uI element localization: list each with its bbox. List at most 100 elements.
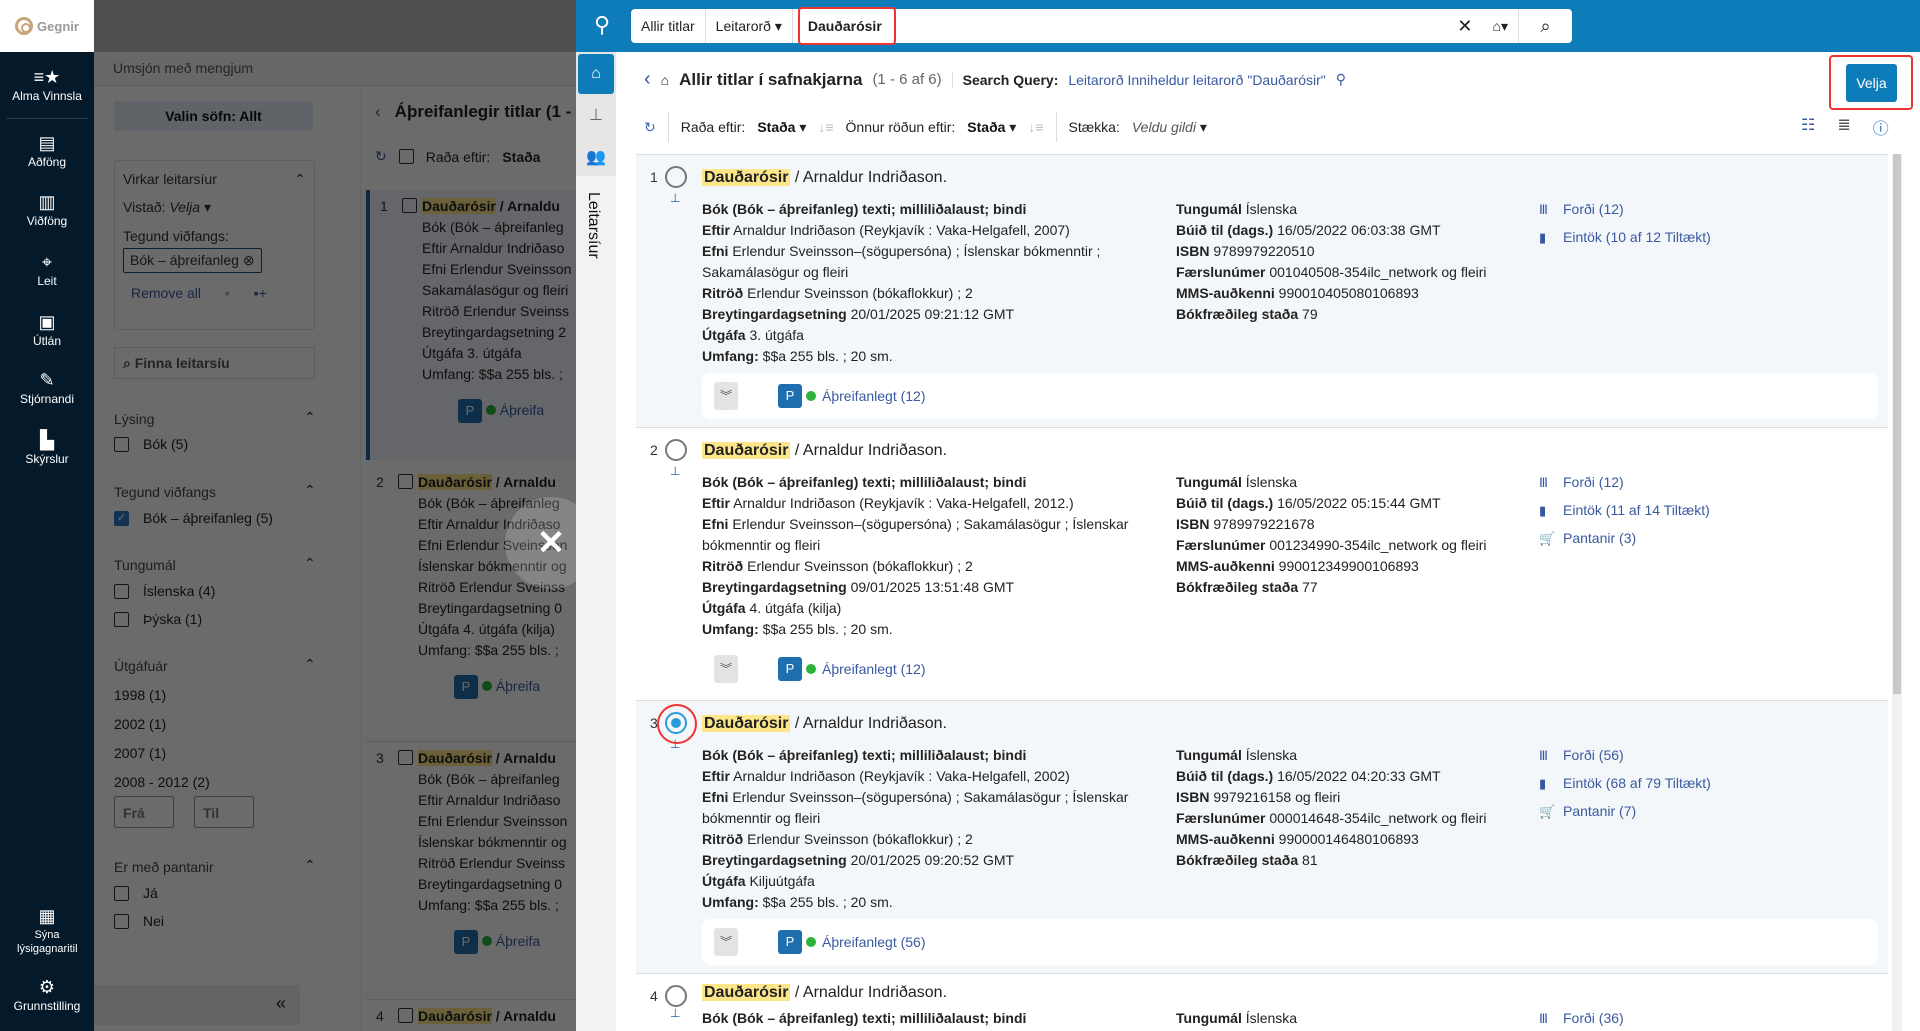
item-title[interactable]: Dauðarósir [418,474,492,490]
expand-select[interactable]: Veldu gildi ▾ [1132,119,1207,136]
nav-stjornandi[interactable]: ✎ Stjórnandi [0,370,94,406]
save-as-icon[interactable]: ▪+ [254,285,267,301]
item-title[interactable]: Dauðarósir [422,198,496,214]
year-option[interactable]: 2007 (1) [114,745,166,761]
background-result-item[interactable]: 3 Dauðarósir / Arnaldu Bók (Bók – áþreif… [366,741,576,996]
select-button[interactable]: Velja [1846,64,1897,102]
year-to-input[interactable]: Til [194,796,254,828]
availability-link[interactable]: Áþreifanlegt (12) [822,388,926,404]
sort-direction-icon[interactable]: ↓≡ [818,119,833,135]
secondary-sort-select[interactable]: Staða ▾ [967,119,1016,136]
sort-select[interactable]: Staða [502,149,540,165]
filter-chip[interactable]: Bók – áþreifanleg ⊗ [123,248,262,273]
filters-tab[interactable]: Leitarsíur [584,192,602,259]
nav-alma-vinnsla[interactable]: ≡★ Alma Vinnsla [0,67,94,103]
availability-link[interactable]: Áþreifa [496,678,540,694]
background-result-item[interactable]: 4 Dauðarósir / Arnaldu [366,999,576,1029]
sort-select[interactable]: Staða ▾ [757,119,806,136]
facet-option[interactable]: Nei [114,913,164,929]
background-page[interactable]: Umsjón með mengjum Valin söfn: Allt Virk… [94,0,576,1031]
chevron-up-icon[interactable]: ⌃ [304,482,316,499]
hierarchy-icon[interactable]: ⊥ [670,1006,680,1020]
sort-direction-icon[interactable]: ↓≡ [1028,119,1043,135]
year-option[interactable]: 2002 (1) [114,716,166,732]
background-result-item[interactable]: 1 Dauðarósir / Arnaldu Bók (Bók – áþreif… [366,190,576,460]
facet-option[interactable]: ✓ Bók – áþreifanleg (5) [114,510,273,526]
chevron-up-icon[interactable]: ⌃ [304,656,316,673]
facet-option[interactable]: Bók (5) [114,436,188,452]
expand-chevron-icon[interactable]: ︾ [714,655,738,683]
back-icon[interactable]: ‹ [375,102,381,121]
checkbox[interactable] [114,611,129,627]
item-title[interactable]: Dauðarósir [418,750,492,766]
availability-link[interactable]: Áþreifa [500,402,544,418]
availability-link[interactable]: Áþreifanlegt (12) [822,661,926,677]
facet-option[interactable]: Já [114,885,158,901]
search-field-select[interactable]: Leitarorð ▾ [706,9,793,43]
compact-view-icon[interactable]: ≣ [1837,115,1850,139]
select-radio-icon[interactable] [665,166,687,188]
record-link[interactable]: Ⅲ Forði (12) [1539,472,1710,493]
refresh-icon[interactable]: ↻ [644,119,656,136]
facet-option[interactable]: Þýska (1) [114,611,202,627]
checkbox[interactable] [114,913,129,929]
item-title[interactable]: Dauðarósir / Arnaldur Indriðason. [702,984,947,1002]
select-all-checkbox[interactable] [398,149,414,164]
record-link[interactable]: Ⅲ Forði (12) [1539,199,1711,220]
logo[interactable]: Gegnir [0,0,94,52]
record-link[interactable]: Ⅲ Forði (36) [1539,1008,1624,1029]
chevron-up-icon[interactable]: ⌃ [304,409,316,426]
record-link[interactable]: 🛒 Pantanir (3) [1539,528,1710,549]
info-icon[interactable]: ⓘ [1873,115,1889,139]
record-link[interactable]: ▮ Eintök (10 af 12 Tiltækt) [1539,227,1711,248]
year-option[interactable]: 1998 (1) [114,687,166,703]
hierarchy-icon[interactable]: ⊥ [670,191,680,205]
year-option[interactable]: 2008 - 2012 (2) [114,774,210,790]
hierarchy-tab-icon[interactable]: ⊥ [578,96,614,136]
checkbox[interactable] [114,436,129,452]
home-tab-icon[interactable]: ⌂ [578,54,614,94]
search-scope-select[interactable]: Allir titlar [631,9,706,43]
nav-utlan[interactable]: ▣ Útlán [0,312,94,348]
search-button[interactable]: ⌕ [1518,9,1572,43]
availability-link[interactable]: Áþreifanlegt (56) [822,934,926,950]
availability-link[interactable]: Áþreifa [496,933,540,949]
nav-settings[interactable]: ⚙ Grunnstilling [0,977,94,1013]
checkbox[interactable] [398,750,413,765]
close-icon[interactable]: ✕ [533,523,569,563]
clear-search-icon[interactable]: ✕ [1447,16,1482,37]
year-from-input[interactable]: Frá [114,796,174,828]
item-title[interactable]: Dauðarósir [418,1008,492,1024]
nav-skyrslur[interactable]: ▙ Skýrslur [0,430,94,466]
result-item[interactable]: 2 ⊥ Dauðarósir / Arnaldur Indriðason. Bó… [636,428,1888,701]
scrollbar[interactable] [1892,154,1902,1031]
nav-metadata-editor[interactable]: ▦ Sýna lýsigagnaritil [0,906,94,956]
chevron-up-icon[interactable]: ⌃ [304,555,316,572]
detailed-view-icon[interactable]: ☷ [1801,115,1815,139]
users-tab-icon[interactable]: 👥 [578,138,614,178]
record-link[interactable]: 🛒 Pantanir (7) [1539,801,1711,822]
advanced-search-icon[interactable]: ⚲ [1336,71,1346,88]
record-link[interactable]: ▮ Eintök (11 af 14 Tiltækt) [1539,500,1710,521]
collapse-facets-button[interactable]: « [94,985,300,1025]
chevron-up-icon[interactable]: ⌃ [304,857,316,874]
checkbox[interactable] [398,1008,413,1023]
search-query-value[interactable]: Leitarorð Inniheldur leitarorð "Dauðarós… [1068,72,1325,88]
save-icon[interactable]: ▪ [225,285,230,301]
checkbox[interactable] [114,885,129,901]
hierarchy-icon[interactable]: ⊥ [670,464,680,478]
facet-option[interactable]: Íslenska (4) [114,583,215,599]
nav-leit[interactable]: ⌖ Leit [0,252,94,288]
libraries-button[interactable]: Valin söfn: Allt [114,101,313,131]
remove-chip-icon[interactable]: ⊗ [243,252,255,268]
record-link[interactable]: Ⅲ Forði (56) [1539,745,1711,766]
item-title[interactable]: Dauðarósir / Arnaldur Indriðason. [702,715,947,733]
expand-chevron-icon[interactable]: ︾ [714,928,738,956]
item-title[interactable]: Dauðarósir / Arnaldur Indriðason. [702,442,947,460]
nav-adfong[interactable]: ▤ Aðföng [0,133,94,169]
expand-chevron-icon[interactable]: ︾ [714,382,738,410]
nav-vidfong[interactable]: ▥ Viðföng [0,192,94,228]
chevron-up-icon[interactable]: ⌃ [294,171,306,188]
background-result-item[interactable]: 2 Dauðarósir / Arnaldu Bók (Bók – áþreif… [366,466,576,736]
remove-all-link[interactable]: Remove all [131,285,201,301]
